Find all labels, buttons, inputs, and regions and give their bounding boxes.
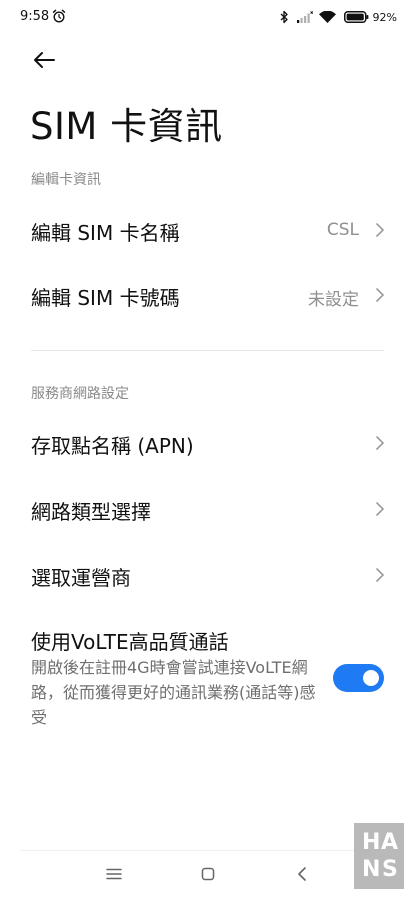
chevron-right-icon xyxy=(376,223,384,237)
edit-sim-name-row[interactable]: 編輯 SIM 卡名稱 CSL xyxy=(0,200,415,260)
chevron-right-icon xyxy=(376,436,384,450)
nav-divider xyxy=(20,850,395,851)
row-value: 未設定 xyxy=(308,290,359,310)
row-value: CSL xyxy=(326,220,359,240)
row-label: 編輯 SIM 卡名稱 xyxy=(31,221,180,245)
section-header-card-info: 編輯卡資訊 xyxy=(31,172,101,188)
menu-icon[interactable] xyxy=(106,868,122,880)
status-time: 9:58 xyxy=(20,9,50,24)
alarm-icon xyxy=(52,9,66,23)
arrow-left-icon xyxy=(34,52,55,68)
watermark-letter: N xyxy=(362,857,381,882)
apn-row[interactable]: 存取點名稱 (APN) xyxy=(0,413,415,473)
carrier-select-row[interactable]: 選取運營商 xyxy=(0,545,415,605)
chevron-right-icon xyxy=(376,502,384,516)
battery-icon xyxy=(343,11,368,23)
nav-back-icon[interactable] xyxy=(296,866,308,882)
watermark-logo: H A N S xyxy=(354,823,404,889)
row-label: 網路類型選擇 xyxy=(31,500,151,524)
status-bar: 9:58 92% xyxy=(0,0,415,36)
chevron-right-icon xyxy=(376,288,384,302)
toggle-knob xyxy=(363,670,379,686)
network-type-row[interactable]: 網路類型選擇 xyxy=(0,479,415,539)
section-header-network: 服務商網路設定 xyxy=(31,386,129,402)
wifi-icon xyxy=(318,11,336,23)
status-icons: 92% xyxy=(280,8,397,26)
volte-description: 開啟後在註冊4G時會嘗試連接VoLTE網路，從而獲得更好的通訊業務(通話等)感受 xyxy=(31,658,316,727)
row-label: 存取點名稱 (APN) xyxy=(31,434,194,458)
volte-title: 使用VoLTE高品質通話 xyxy=(31,630,229,654)
chevron-right-icon xyxy=(376,568,384,582)
home-icon[interactable] xyxy=(201,867,215,881)
watermark-letter: S xyxy=(382,857,398,882)
volte-toggle[interactable] xyxy=(333,664,384,692)
battery-percentage: 92% xyxy=(372,10,397,24)
watermark-letter: A xyxy=(381,830,399,855)
edit-sim-number-row[interactable]: 編輯 SIM 卡號碼 未設定 xyxy=(0,265,415,325)
bluetooth-icon xyxy=(280,10,288,24)
section-divider xyxy=(31,350,384,351)
row-label: 編輯 SIM 卡號碼 xyxy=(31,286,180,310)
page-title: SIM 卡資訊 xyxy=(30,105,223,148)
back-button[interactable] xyxy=(28,46,60,74)
watermark-letter: H xyxy=(362,830,381,855)
row-label: 選取運營商 xyxy=(31,566,131,590)
signal-icon xyxy=(296,11,313,23)
